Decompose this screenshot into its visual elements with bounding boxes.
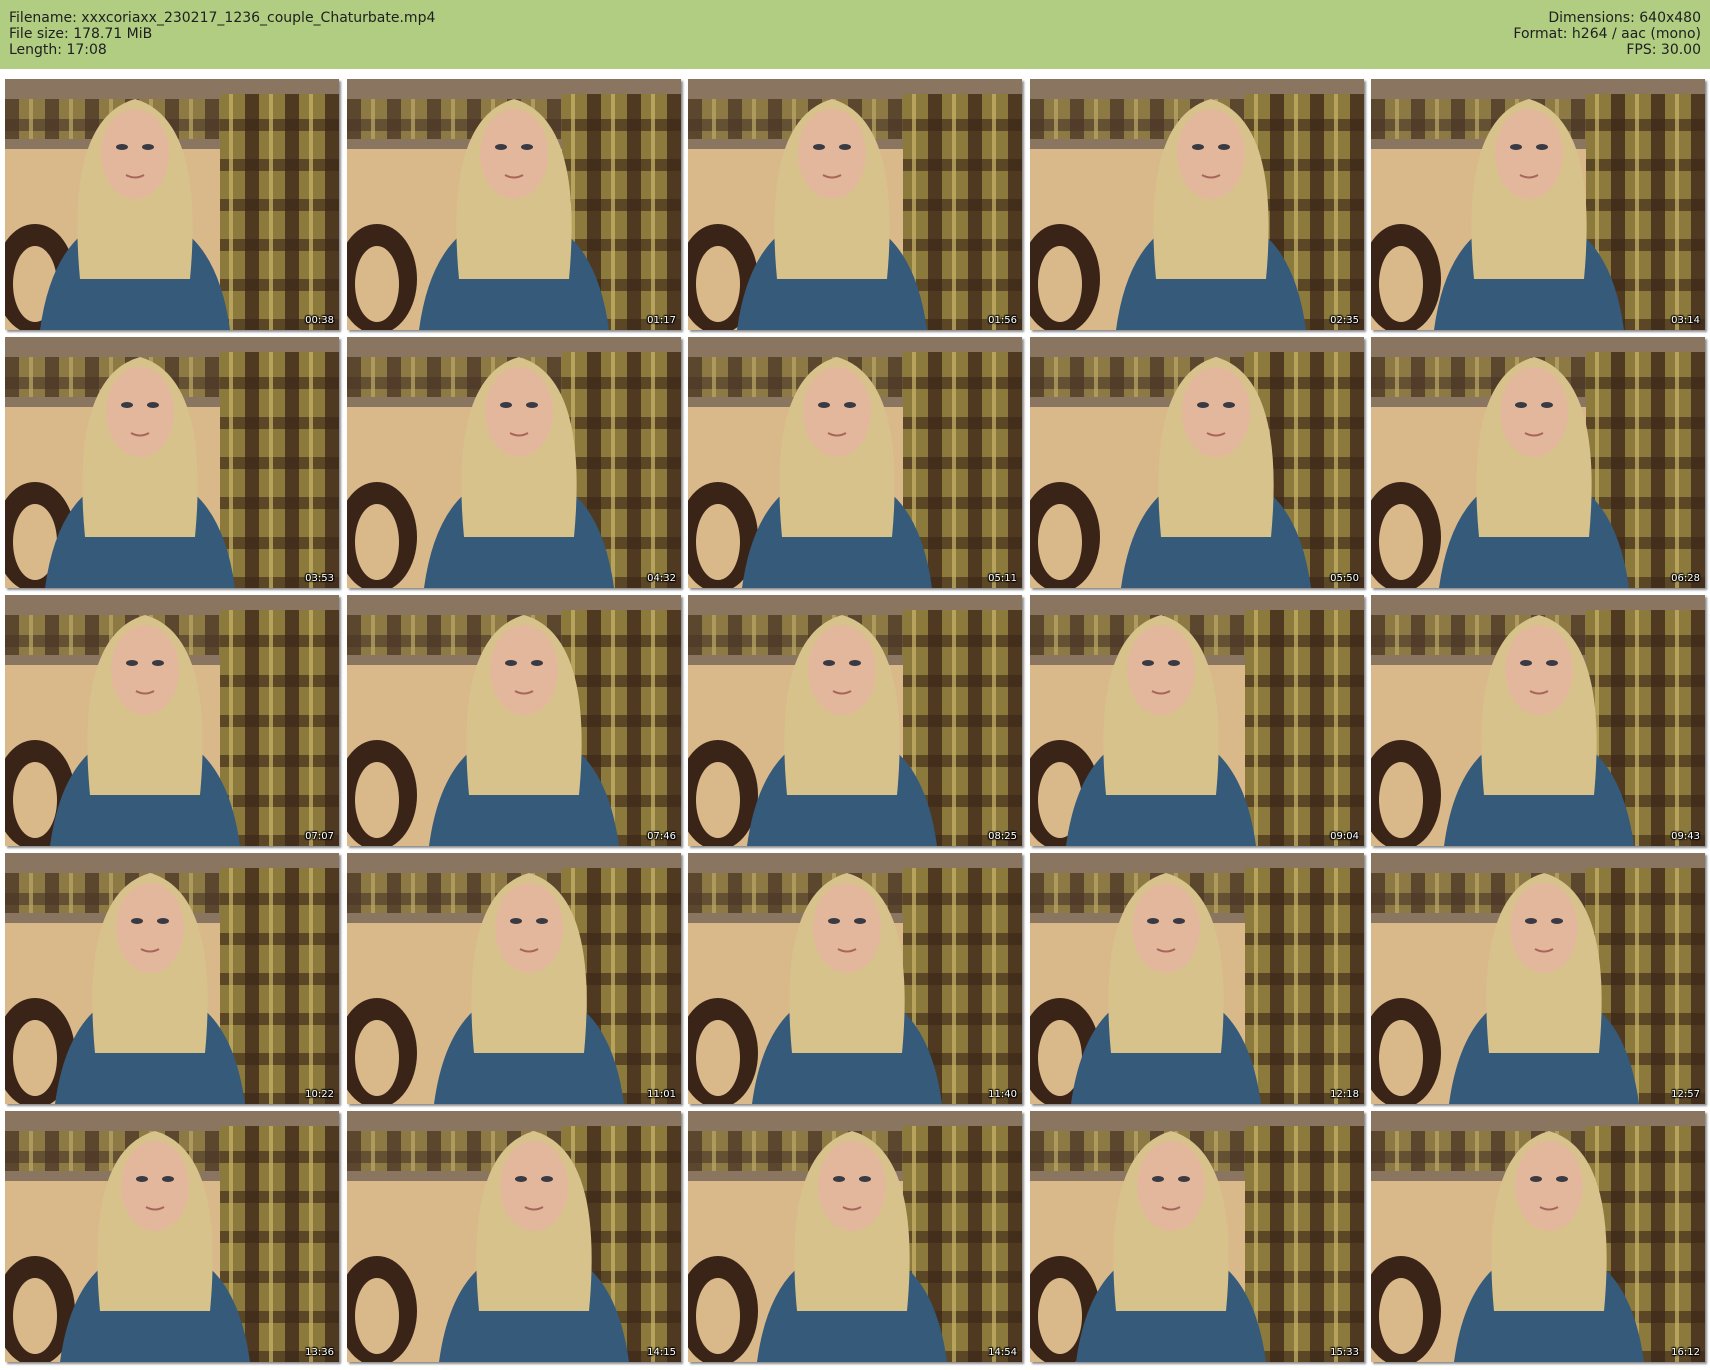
video-thumbnail[interactable]: 05:11 — [688, 337, 1022, 588]
video-thumbnail[interactable]: 14:54 — [688, 1111, 1022, 1362]
video-frame-icon — [1030, 1111, 1364, 1362]
format-label: Format: h264 / aac (mono) — [1513, 26, 1701, 42]
video-frame-icon — [347, 79, 681, 330]
video-thumbnail[interactable]: 03:53 — [5, 337, 339, 588]
video-frame-icon — [347, 853, 681, 1104]
thumbnail-timestamp: 03:53 — [305, 573, 334, 584]
video-frame-icon — [1371, 853, 1705, 1104]
video-thumbnail[interactable]: 13:36 — [5, 1111, 339, 1362]
video-thumbnail[interactable]: 05:50 — [1030, 337, 1364, 588]
video-frame-icon — [1371, 337, 1705, 588]
video-frame-icon — [1030, 595, 1364, 846]
video-frame-icon — [5, 595, 339, 846]
thumbnail-timestamp: 10:22 — [305, 1089, 334, 1100]
video-thumbnail[interactable]: 01:17 — [347, 79, 681, 330]
thumbnail-timestamp: 09:43 — [1671, 831, 1700, 842]
video-frame-icon — [1030, 79, 1364, 330]
thumbnail-timestamp: 14:15 — [647, 1347, 676, 1358]
video-frame-icon — [5, 79, 339, 330]
length-label: Length: 17:08 — [9, 42, 107, 58]
video-frame-icon — [5, 1111, 339, 1362]
video-frame-icon — [688, 853, 1022, 1104]
video-thumbnail[interactable]: 08:25 — [688, 595, 1022, 846]
thumbnail-timestamp: 07:07 — [305, 831, 334, 842]
thumbnail-grid: 00:38 01:17 01:56 02:35 03:14 03:53 04:32 05:11… — [5, 79, 1705, 1366]
video-frame-icon — [5, 337, 339, 588]
thumbnail-timestamp: 12:18 — [1330, 1089, 1359, 1100]
video-frame-icon — [688, 1111, 1022, 1362]
thumbnail-timestamp: 08:25 — [988, 831, 1017, 842]
video-frame-icon — [1371, 595, 1705, 846]
video-frame-icon — [1371, 1111, 1705, 1362]
video-frame-icon — [688, 595, 1022, 846]
video-thumbnail[interactable]: 00:38 — [5, 79, 339, 330]
video-thumbnail[interactable]: 10:22 — [5, 853, 339, 1104]
video-thumbnail[interactable]: 01:56 — [688, 79, 1022, 330]
thumbnail-timestamp: 12:57 — [1671, 1089, 1700, 1100]
video-thumbnail[interactable]: 07:07 — [5, 595, 339, 846]
thumbnail-timestamp: 05:50 — [1330, 573, 1359, 584]
filename-label: Filename: xxxcoriaxx_230217_1236_couple_… — [9, 10, 436, 26]
thumbnail-timestamp: 03:14 — [1671, 315, 1700, 326]
stream-info: Dimensions: 640x480 Format: h264 / aac (… — [1513, 10, 1701, 58]
video-thumbnail[interactable]: 12:18 — [1030, 853, 1364, 1104]
video-thumbnail[interactable]: 07:46 — [347, 595, 681, 846]
video-thumbnail[interactable]: 15:33 — [1030, 1111, 1364, 1362]
video-thumbnail[interactable]: 11:40 — [688, 853, 1022, 1104]
thumbnail-timestamp: 16:12 — [1671, 1347, 1700, 1358]
file-info: Filename: xxxcoriaxx_230217_1236_couple_… — [9, 10, 435, 58]
video-frame-icon — [1030, 853, 1364, 1104]
thumbnail-timestamp: 04:32 — [647, 573, 676, 584]
thumbnail-timestamp: 01:17 — [647, 315, 676, 326]
video-thumbnail[interactable]: 12:57 — [1371, 853, 1705, 1104]
video-thumbnail[interactable]: 16:12 — [1371, 1111, 1705, 1362]
video-thumbnail[interactable]: 09:43 — [1371, 595, 1705, 846]
info-header: Filename: xxxcoriaxx_230217_1236_couple_… — [0, 0, 1710, 69]
filesize-label: File size: 178.71 MiB — [9, 26, 153, 42]
thumbnail-timestamp: 06:28 — [1671, 573, 1700, 584]
thumbnail-timestamp: 00:38 — [305, 315, 334, 326]
video-frame-icon — [347, 1111, 681, 1362]
video-frame-icon — [1371, 79, 1705, 330]
thumbnail-timestamp: 01:56 — [988, 315, 1017, 326]
thumbnail-timestamp: 11:01 — [647, 1089, 676, 1100]
thumbnail-timestamp: 14:54 — [988, 1347, 1017, 1358]
video-frame-icon — [347, 337, 681, 588]
video-thumbnail[interactable]: 11:01 — [347, 853, 681, 1104]
video-frame-icon — [688, 79, 1022, 330]
video-frame-icon — [347, 595, 681, 846]
video-frame-icon — [5, 853, 339, 1104]
video-frame-icon — [688, 337, 1022, 588]
thumbnail-timestamp: 13:36 — [305, 1347, 334, 1358]
video-thumbnail[interactable]: 04:32 — [347, 337, 681, 588]
video-thumbnail[interactable]: 06:28 — [1371, 337, 1705, 588]
thumbnail-timestamp: 11:40 — [988, 1089, 1017, 1100]
dimensions-label: Dimensions: 640x480 — [1548, 10, 1701, 26]
video-thumbnail[interactable]: 09:04 — [1030, 595, 1364, 846]
thumbnail-timestamp: 15:33 — [1330, 1347, 1359, 1358]
thumbnail-timestamp: 09:04 — [1330, 831, 1359, 842]
fps-label: FPS: 30.00 — [1626, 42, 1701, 58]
video-thumbnail[interactable]: 14:15 — [347, 1111, 681, 1362]
thumbnail-timestamp: 07:46 — [647, 831, 676, 842]
video-thumbnail[interactable]: 03:14 — [1371, 79, 1705, 330]
thumbnail-timestamp: 02:35 — [1330, 315, 1359, 326]
video-frame-icon — [1030, 337, 1364, 588]
thumbnail-timestamp: 05:11 — [988, 573, 1017, 584]
video-thumbnail[interactable]: 02:35 — [1030, 79, 1364, 330]
